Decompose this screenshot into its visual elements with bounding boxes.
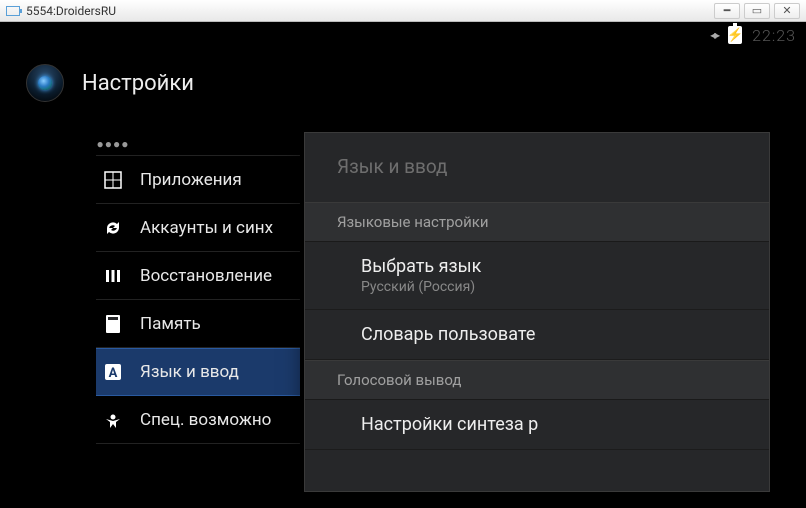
close-button[interactable]: ✕ xyxy=(774,3,800,19)
device-screen: ◂▸ ⚡ 22:23 Настройки ●●●● Приложения xyxy=(0,22,806,508)
accessibility-icon xyxy=(102,409,124,431)
storage-icon xyxy=(102,313,124,335)
sidebar-item-accessibility[interactable]: Спец. возможно xyxy=(96,396,300,444)
dots-icon: ●●●● xyxy=(102,133,124,155)
minimize-button[interactable]: ━ xyxy=(714,3,740,19)
page-title: Настройки xyxy=(82,71,194,96)
svg-text:A: A xyxy=(109,366,118,381)
sidebar-item-language[interactable]: A Язык и ввод xyxy=(96,348,300,396)
maximize-button[interactable]: ▭ xyxy=(744,3,770,19)
panel-item-select-language[interactable]: Выбрать язык Русский (Россия) xyxy=(305,242,769,310)
status-time: 22:23 xyxy=(752,26,796,45)
panel-item-title: Выбрать язык xyxy=(361,256,747,277)
sidebar-item-accounts[interactable]: Аккаунты и синх xyxy=(96,204,300,252)
panel-item-title: Настройки синтеза р xyxy=(361,414,747,435)
sidebar-item-truncated[interactable]: ●●●● xyxy=(96,132,300,156)
window-controls: ━ ▭ ✕ xyxy=(714,3,800,19)
apps-icon xyxy=(102,169,124,191)
settings-sidebar: ●●●● Приложения Аккаунты и синх Вос xyxy=(0,132,300,508)
panel-title: Язык и ввод xyxy=(305,133,769,202)
panel-item-title: Словарь пользовате xyxy=(361,324,747,345)
window-title: 5554:DroidersRU xyxy=(26,4,116,18)
sync-icon xyxy=(102,217,124,239)
panel-item-subtitle: Русский (Россия) xyxy=(361,279,747,295)
settings-header: Настройки xyxy=(0,48,806,124)
window-titlebar: 5554:DroidersRU ━ ▭ ✕ xyxy=(0,0,806,22)
panel-item-user-dictionary[interactable]: Словарь пользовате xyxy=(305,310,769,360)
sidebar-item-label: Восстановление xyxy=(140,266,272,286)
settings-panel: Язык и ввод Языковые настройки Выбрать я… xyxy=(304,132,770,492)
sidebar-item-label: Память xyxy=(140,314,201,334)
sidebar-item-label: Аккаунты и синх xyxy=(140,218,273,238)
panel-section-header-voice: Голосовой вывод xyxy=(305,360,769,400)
sidebar-item-label: Приложения xyxy=(140,170,242,190)
sidebar-item-label: Язык и ввод xyxy=(140,362,239,382)
language-icon: A xyxy=(102,361,124,383)
panel-section-header-language: Языковые настройки xyxy=(305,202,769,242)
window-icon xyxy=(6,6,20,16)
status-bar: ◂▸ ⚡ 22:23 xyxy=(0,22,806,48)
battery-icon: ⚡ xyxy=(728,26,742,44)
sidebar-item-label: Спец. возможно xyxy=(140,410,271,430)
panel-item-tts-settings[interactable]: Настройки синтеза р xyxy=(305,400,769,450)
sidebar-item-backup[interactable]: Восстановление xyxy=(96,252,300,300)
sidebar-item-storage[interactable]: Память xyxy=(96,300,300,348)
settings-icon xyxy=(26,64,64,102)
sidebar-item-apps[interactable]: Приложения xyxy=(96,156,300,204)
backup-icon xyxy=(102,265,124,287)
signal-icon: ◂▸ xyxy=(710,28,718,42)
